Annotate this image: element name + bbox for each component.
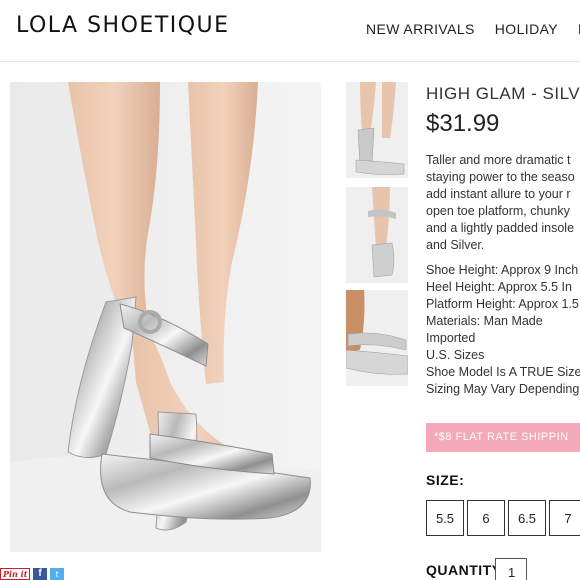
size-option-6[interactable]: 6	[467, 500, 505, 536]
spec-line: Heel Height: Approx 5.5 In	[426, 280, 572, 294]
twitter-icon[interactable]: t	[50, 568, 64, 580]
description-line: Taller and more dramatic t	[426, 153, 571, 167]
quantity-input[interactable]: 1	[495, 558, 527, 580]
spec-line: Imported	[426, 331, 476, 345]
thumbnail-2[interactable]	[346, 187, 408, 283]
site-logo[interactable]: LOLA SHOETIQUE	[16, 13, 230, 38]
thumbnail-image-3	[346, 290, 408, 386]
pinterest-button[interactable]: Pin it	[0, 568, 30, 580]
spec-line: Materials: Man Made	[426, 314, 543, 328]
size-option-6-5[interactable]: 6.5	[508, 500, 546, 536]
description-line: open toe platform, chunky	[426, 204, 570, 218]
thumbnail-1[interactable]	[346, 82, 408, 178]
size-option-5-5[interactable]: 5.5	[426, 500, 464, 536]
product-info: HIGH GLAM - SILV $31.99 Taller and more …	[426, 82, 580, 398]
nav-holiday[interactable]: HOLIDAY	[495, 21, 558, 37]
size-options: 5.5 6 6.5 7	[426, 500, 580, 536]
product-description: Taller and more dramatic t staying power…	[426, 152, 580, 254]
thumbnail-3[interactable]	[346, 290, 408, 386]
description-line: and a lightly padded insole	[426, 221, 575, 235]
product-title: HIGH GLAM - SILV	[426, 84, 580, 103]
thumbnail-image-1	[346, 82, 408, 178]
spec-line: U.S. Sizes	[426, 348, 485, 362]
main-nav: NEW ARRIVALS HOLIDAY FA	[366, 21, 580, 37]
social-share: Pin it f t	[0, 568, 64, 580]
size-label: SIZE:	[426, 472, 465, 488]
site-header: LOLA SHOETIQUE NEW ARRIVALS HOLIDAY FA	[0, 0, 580, 62]
size-option-7[interactable]: 7	[549, 500, 580, 536]
spec-line: Shoe Model Is A TRUE Size	[426, 365, 580, 379]
product-specs: Shoe Height: Approx 9 Inch Heel Height: …	[426, 262, 580, 398]
description-line: add instant allure to your r	[426, 187, 571, 201]
main-product-image[interactable]	[10, 82, 321, 552]
product-price: $31.99	[426, 110, 500, 137]
nav-new-arrivals[interactable]: NEW ARRIVALS	[366, 21, 475, 37]
description-line: staying power to the seaso	[426, 170, 575, 184]
spec-line: Shoe Height: Approx 9 Inch	[426, 263, 579, 277]
facebook-icon[interactable]: f	[33, 568, 47, 580]
quantity-label: QUANTITY:	[426, 562, 506, 578]
spec-line: Sizing May Vary Depending	[426, 382, 580, 396]
thumbnail-image-2	[346, 187, 408, 283]
spec-line: Platform Height: Approx 1.5	[426, 297, 579, 311]
description-line: and Silver.	[426, 238, 485, 252]
silver-platform-sandal-image	[10, 82, 321, 552]
shipping-banner: *$8 FLAT RATE SHIPPIN	[426, 423, 580, 452]
